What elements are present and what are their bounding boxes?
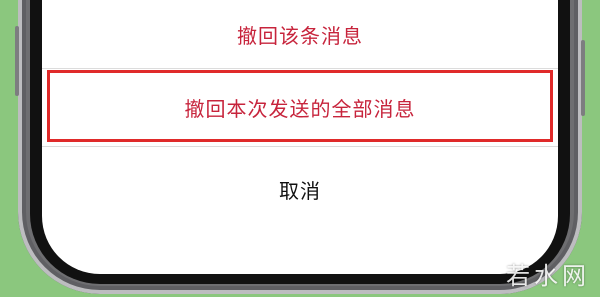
retract-message-button[interactable]: 撤回该条消息	[42, 0, 558, 68]
retract-message-label: 撤回该条消息	[237, 23, 363, 48]
action-sheet-screen: 撤回该条消息 撤回本次发送的全部消息 取消	[42, 0, 558, 274]
phone-side-button-right	[581, 40, 585, 116]
cancel-label: 取消	[279, 178, 321, 203]
watermark: 若水网	[506, 262, 590, 290]
cancel-button[interactable]: 取消	[42, 154, 558, 224]
retract-all-messages-button[interactable]: 撤回本次发送的全部消息	[42, 68, 558, 146]
retract-all-messages-label: 撤回本次发送的全部消息	[184, 96, 416, 121]
sheet-divider-bottom	[42, 146, 558, 147]
phone-side-button-left	[15, 26, 19, 96]
